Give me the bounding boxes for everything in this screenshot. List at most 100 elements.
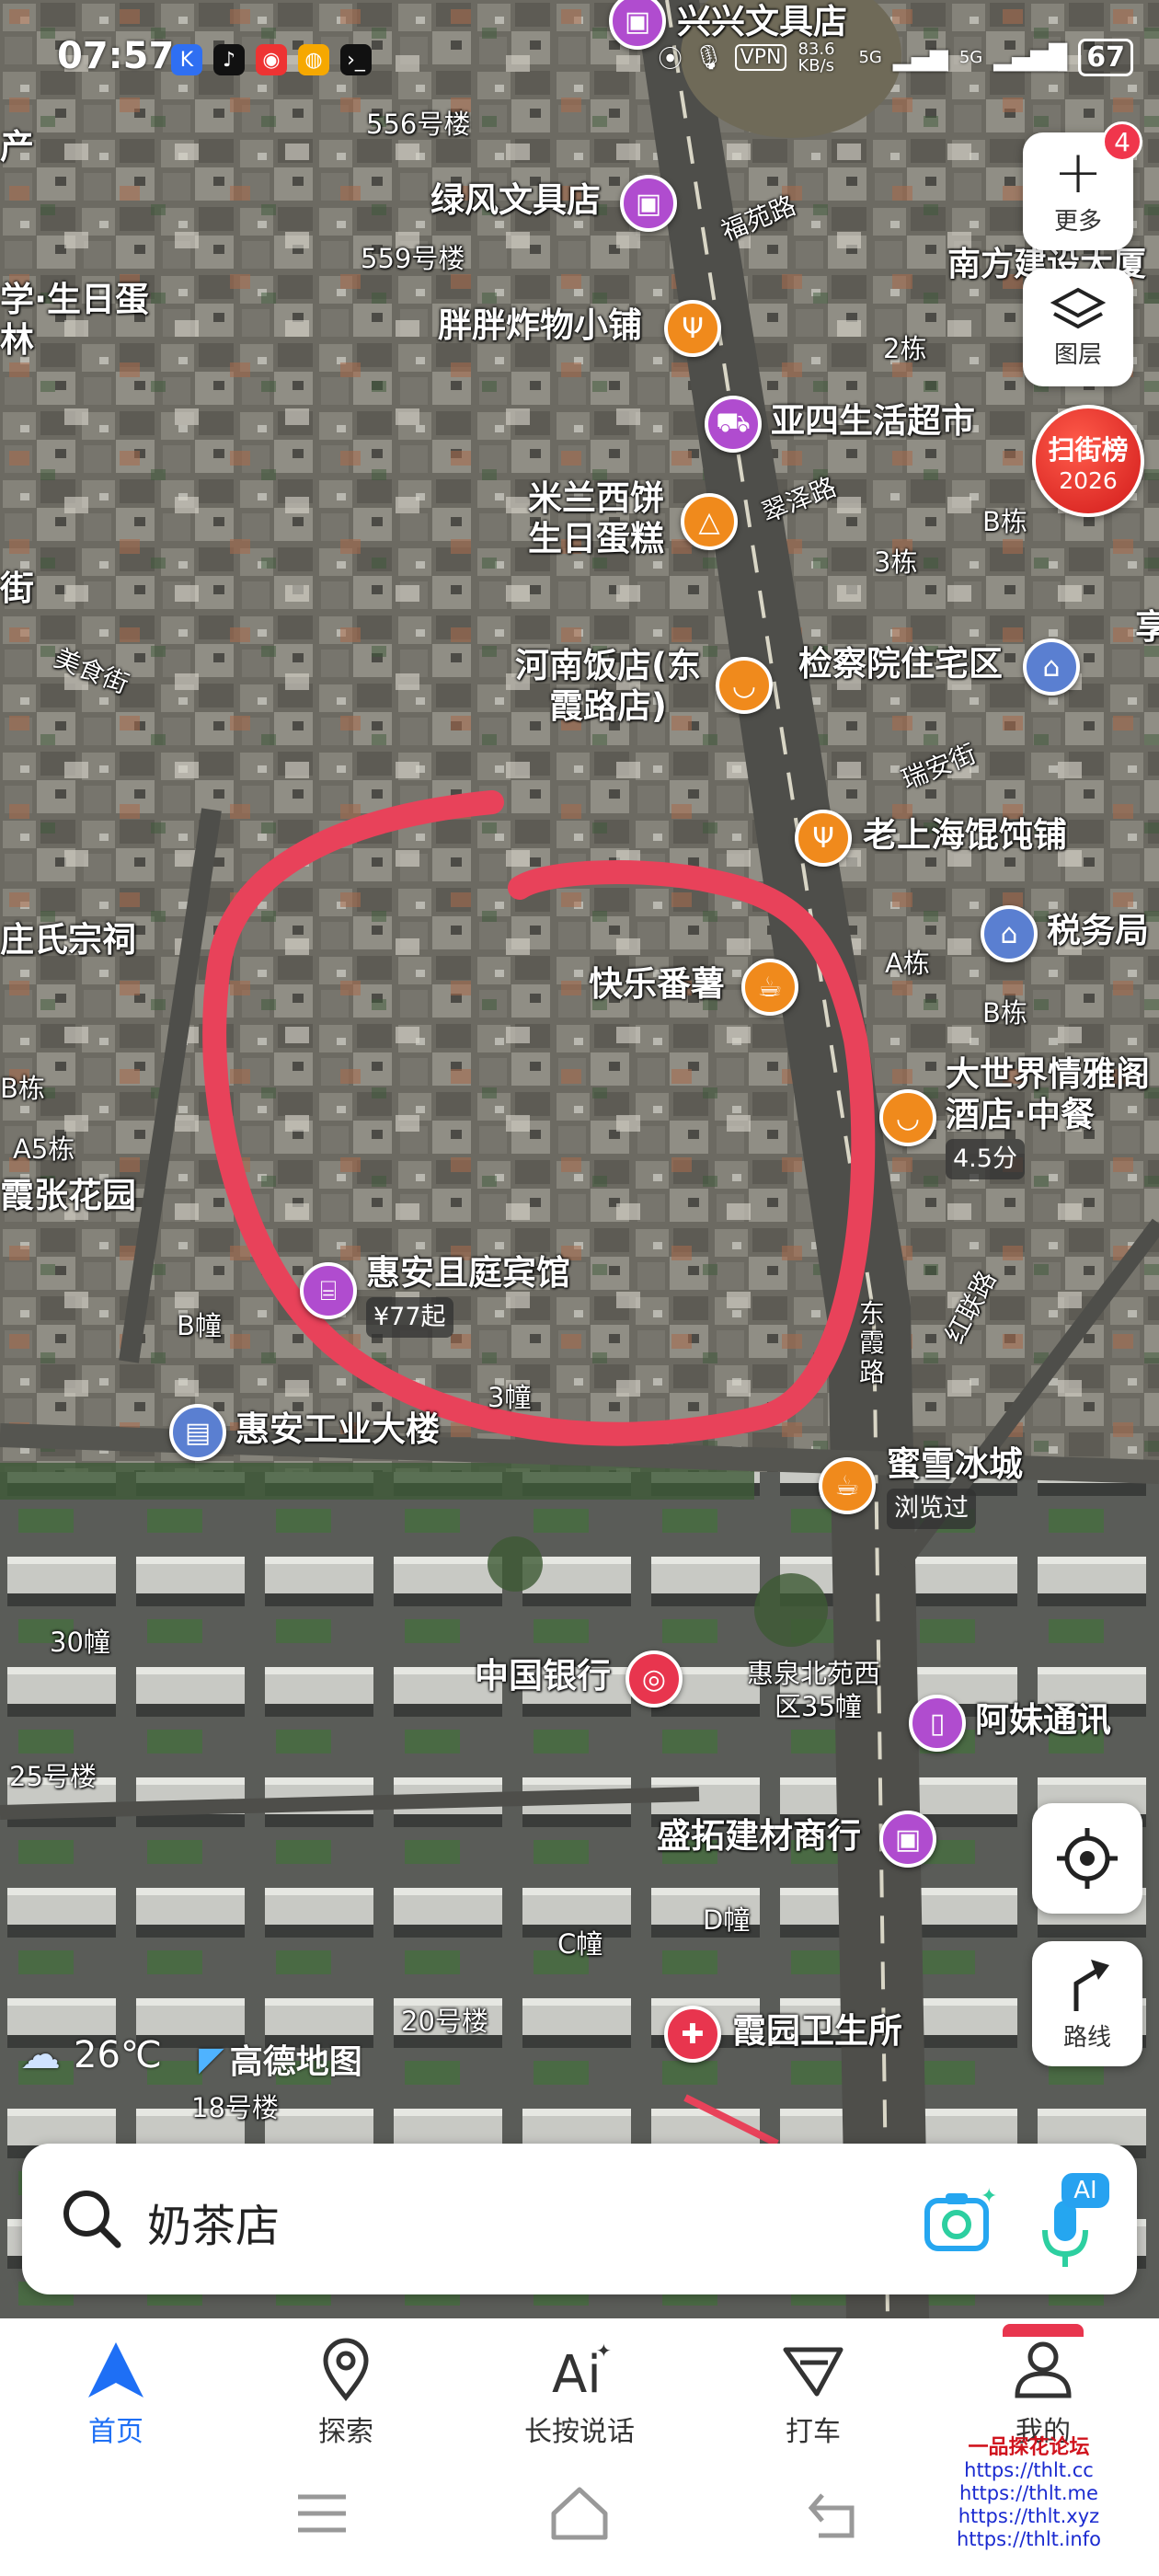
bowl-icon[interactable]: ◡ [716,657,773,714]
back-icon[interactable] [806,2484,865,2543]
building-label: C幢 [557,1928,603,1960]
notification-badge: 4 [1102,121,1142,162]
building-label: 18号楼 [191,2092,279,2123]
home-arrow-icon [88,2342,143,2398]
signal-1: 5G [858,48,882,67]
poi-label[interactable]: 河南饭店(东 霞路店) [515,646,701,727]
cup-icon[interactable]: ☕ [741,959,798,1016]
tab-explore[interactable]: 探索 [281,2337,410,2449]
building-label: A5栋 [13,1133,75,1165]
house-icon[interactable]: ⌂ [981,905,1038,962]
tab-mine[interactable]: 我的 [979,2324,1107,2449]
weibo-icon: ◍ [298,44,329,75]
route-arrow-icon [1073,1959,1109,2011]
layers-label: 图层 [1053,340,1102,369]
signal-2: 5G [958,48,983,67]
ai-voice-icon: Ai ✦ [552,2340,612,2403]
tab-voice[interactable]: Ai ✦ 长按说话 [515,2337,644,2449]
home-icon[interactable] [548,2482,611,2545]
poi-label[interactable]: 阿妹通讯 [975,1700,1111,1741]
poi-label[interactable]: 惠安且庭宾馆 ¥77起 [366,1253,570,1338]
tab-taxi-label: 打车 [786,2416,841,2448]
cup-icon[interactable]: ☕ [819,1457,876,1514]
poi-label[interactable]: 绿风文具店 [430,180,601,221]
poi-label[interactable]: 亚四生活超市 [771,401,975,442]
building-label: 3栋 [874,546,918,578]
cloud-icon: ☁ [20,2031,61,2078]
status-bar: 07:57 K ♪ ◉ ◍ ›_ ⦿ 🎙 VPN 83.6 KB/s 5G ▂▄… [0,35,1159,86]
satellite-map[interactable]: 556号楼 559号楼 2栋 3栋 B栋 A栋 B栋 B栋 A5栋 B幢 3幢 … [0,0,1159,2318]
food-icon[interactable]: Ψ [795,810,852,867]
poi-label[interactable]: 检察院住宅区 [798,644,1003,684]
layers-button[interactable]: 图层 [1023,269,1133,386]
menu-icon[interactable] [293,2484,351,2543]
poi-label[interactable]: 税务局 [1047,911,1149,951]
layers-icon [1050,287,1106,328]
watermark-url: https://thlt.info [957,2528,1101,2550]
house-icon[interactable]: ⌂ [1023,638,1080,696]
poi-label[interactable]: 老上海馄饨铺 [863,815,1067,856]
amap-logo-icon: ◤ [199,2040,224,2078]
building-label: 学·生日蛋 [0,280,150,319]
app-red-icon: ◉ [256,44,287,75]
locate-icon [1057,1828,1118,1889]
location-icon: ⦿ [658,46,683,74]
food-icon[interactable]: Ψ [664,300,721,357]
building-label: B栋 [982,506,1027,537]
watermark-url: https://thlt.me [959,2482,1098,2504]
red-highlight [1003,2324,1084,2337]
poi-label[interactable]: 大世界情雅阁 酒店·中餐 4.5分 [946,1054,1150,1179]
cross-icon[interactable]: ✚ [664,2006,721,2063]
more-button[interactable]: + 更多 4 [1023,121,1142,250]
location-pin-icon [323,2338,369,2402]
poi-label[interactable]: 盛拓建材商行 [657,1816,861,1857]
plus-icon: + [1053,138,1103,207]
building-label: A栋 [885,948,930,979]
watermark-url: https://thlt.cc [964,2459,1094,2481]
poi-label[interactable]: 蜜雪冰城 浏览过 [887,1444,1023,1529]
poi-label[interactable]: 中国银行 [475,1656,611,1696]
search-input[interactable]: 奶茶店 [147,2190,280,2254]
poi-label[interactable]: 快乐番薯 [589,964,725,1005]
net-speed: 83.6 KB/s [798,39,835,75]
ai-badge: AI [1061,2173,1109,2208]
watermark-url: https://thlt.xyz [958,2505,1100,2527]
building-label: 霞张花园 [0,1176,136,1215]
locate-button[interactable] [1032,1803,1142,1914]
amap-logo-text: 高德地图 [229,2043,362,2081]
building-label: 街 [0,569,34,608]
poi-label[interactable]: 惠安工业大楼 [235,1409,440,1450]
tab-taxi[interactable]: 打车 [749,2337,878,2449]
watermark: 一品探花论坛 https://thlt.cc https://thlt.me h… [957,2436,1101,2551]
amap-logo: ◤ 高德地图 [199,2035,362,2083]
building-label: B栋 [982,997,1027,1029]
status-icons: ⦿ 🎙 VPN 83.6 KB/s 5G ▂▄▆ 5G ▂▄▆█ 67 [659,39,1133,76]
bank-icon[interactable]: ◎ [625,1650,683,1708]
building-label: 25号楼 [9,1761,97,1792]
bowl-icon[interactable]: ◡ [879,1089,936,1146]
bed-icon[interactable]: ⌸ [300,1262,357,1319]
phone-icon[interactable]: ▯ [909,1695,966,1752]
camera-icon[interactable]: ✦ [922,2184,999,2258]
building-icon[interactable]: ▤ [169,1404,226,1461]
signal-bars-icon: ▂▄▆█ [993,43,1068,72]
battery-indicator: 67 [1078,39,1133,76]
poi-label[interactable]: 霞园卫生所 [732,2011,902,2052]
route-button[interactable]: 路线 [1032,1941,1142,2066]
mic-icon: 🎙 [693,43,724,72]
scan-street-ranking-button[interactable]: 扫街榜 2026 [1032,405,1144,517]
cake-icon[interactable]: △ [681,493,738,550]
cart-icon[interactable]: ⛟ [705,396,762,453]
building-label: 庄氏宗祠 [0,920,136,960]
tab-home[interactable]: 首页 [52,2337,180,2449]
weather-widget[interactable]: ☁ 26℃ [20,2031,162,2078]
search-bar[interactable]: 奶茶店 ✦ AI [22,2144,1137,2294]
route-label: 路线 [1062,2023,1111,2052]
poi-label[interactable]: 米兰西饼 生日蛋糕 [528,478,664,559]
scan-title: 扫街榜 [1048,433,1129,466]
poi-label[interactable]: 胖胖炸物小铺 [438,305,642,346]
shop-icon[interactable]: ▣ [879,1811,936,1868]
shop-icon[interactable]: ▣ [620,175,677,232]
building-label: 林 [0,320,34,360]
building-label: 享 [1135,607,1159,647]
